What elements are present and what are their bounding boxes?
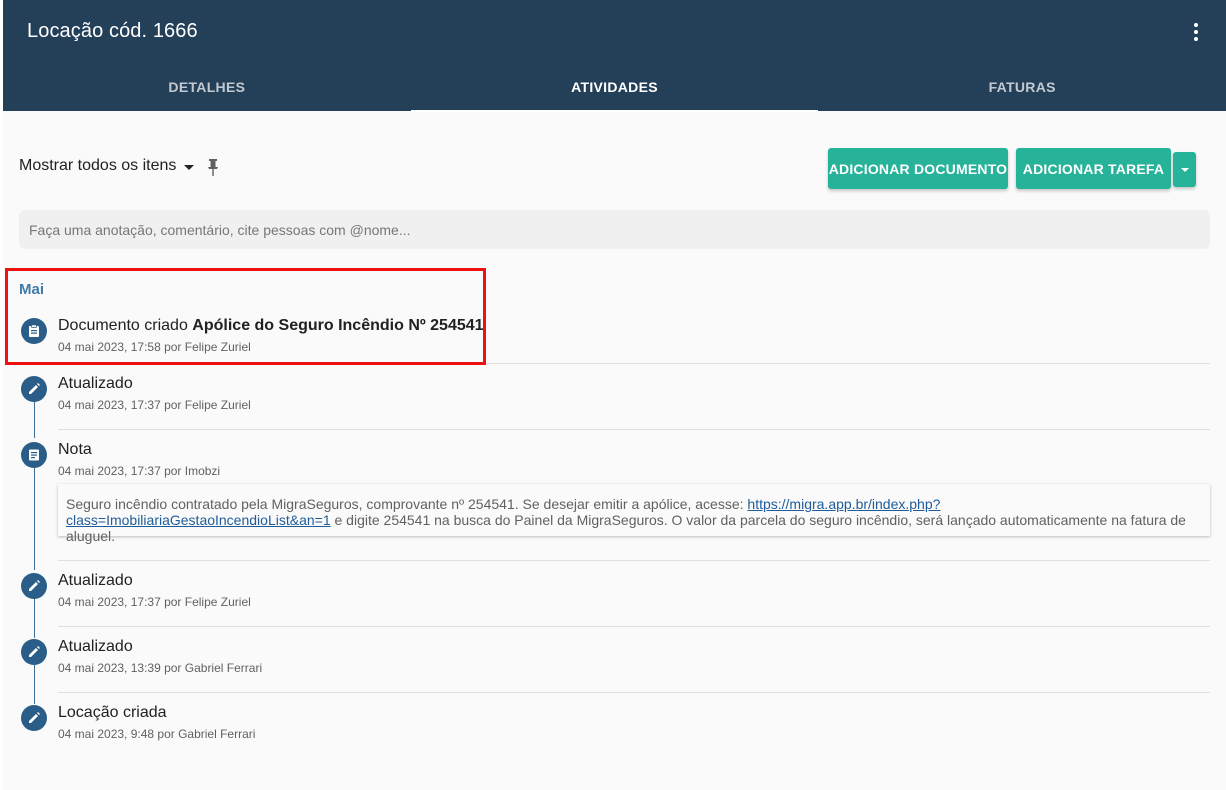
timeline-item[interactable]: Atualizado 04 mai 2023, 17:37 por Felipe… [19, 569, 1210, 625]
timeline-item-title: Nota [58, 441, 92, 458]
clipboard-icon [21, 318, 47, 344]
pencil-icon [21, 705, 47, 731]
document-name: Apólice do Seguro Incêndio Nº 254541 [192, 317, 484, 334]
divider [58, 692, 1210, 693]
more-vertical-icon[interactable] [1184, 20, 1208, 44]
pencil-icon [21, 573, 47, 599]
timeline-item-meta: 04 mai 2023, 13:39 por Gabriel Ferrari [58, 661, 263, 675]
note-icon [21, 442, 47, 468]
note-content: Seguro incêndio contratado pela MigraSeg… [58, 484, 1210, 544]
tab-atividades[interactable]: ATIVIDADES [410, 64, 819, 112]
pin-icon[interactable] [206, 158, 220, 178]
timeline-item[interactable]: Atualizado 04 mai 2023, 13:39 por Gabrie… [19, 635, 1210, 691]
page-title: Locação cód. 1666 [27, 20, 198, 42]
pencil-icon [21, 376, 47, 402]
timeline-item[interactable]: Locação criada 04 mai 2023, 9:48 por Gab… [19, 701, 1210, 757]
filter-dropdown[interactable]: Mostrar todos os itens [19, 157, 195, 175]
add-task-dropdown-button[interactable] [1173, 152, 1196, 187]
timeline-item-title: Atualizado [58, 638, 133, 655]
add-document-button[interactable]: ADICIONAR DOCUMENTO [828, 148, 1008, 189]
caret-down-icon [1180, 167, 1189, 172]
pencil-icon [21, 639, 47, 665]
divider [19, 363, 1210, 364]
tab-detalhes[interactable]: DETALHES [3, 64, 411, 111]
timeline-item-title: Atualizado [58, 572, 133, 589]
timeline-item-meta: 04 mai 2023, 9:48 por Gabriel Ferrari [58, 727, 256, 741]
app-bar: Locação cód. 1666 DETALHES ATIVIDADES FA… [3, 0, 1226, 112]
divider [58, 560, 1210, 561]
timeline-item-meta: 04 mai 2023, 17:37 por Imobzi [58, 464, 221, 478]
timeline-item-title: Atualizado [58, 375, 133, 392]
caret-down-icon [184, 164, 195, 170]
add-task-button[interactable]: ADICIONAR TAREFA [1016, 148, 1171, 189]
timeline-item-title: Locação criada [58, 704, 167, 721]
month-heading: Mai [19, 281, 45, 298]
timeline-item[interactable]: Atualizado 04 mai 2023, 17:37 por Felipe… [19, 372, 1210, 428]
activity-panel: Locação cód. 1666 DETALHES ATIVIDADES FA… [3, 0, 1226, 790]
tab-bar: DETALHES ATIVIDADES FATURAS [3, 64, 1226, 112]
timeline-item-meta: 04 mai 2023, 17:37 por Felipe Zuriel [58, 398, 251, 412]
timeline-item-meta: 04 mai 2023, 17:37 por Felipe Zuriel [58, 595, 251, 609]
divider [58, 626, 1210, 627]
divider [58, 429, 1210, 430]
timeline-item-title: Documento criado Apólice do Seguro Incên… [58, 317, 484, 334]
timeline-item-meta: 04 mai 2023, 17:58 por Felipe Zuriel [58, 340, 251, 354]
note-input[interactable] [19, 210, 1210, 249]
timeline-item[interactable]: Documento criado Apólice do Seguro Incên… [19, 314, 1210, 364]
filter-label: Mostrar todos os itens [19, 157, 177, 174]
tab-faturas[interactable]: FATURAS [818, 64, 1226, 111]
